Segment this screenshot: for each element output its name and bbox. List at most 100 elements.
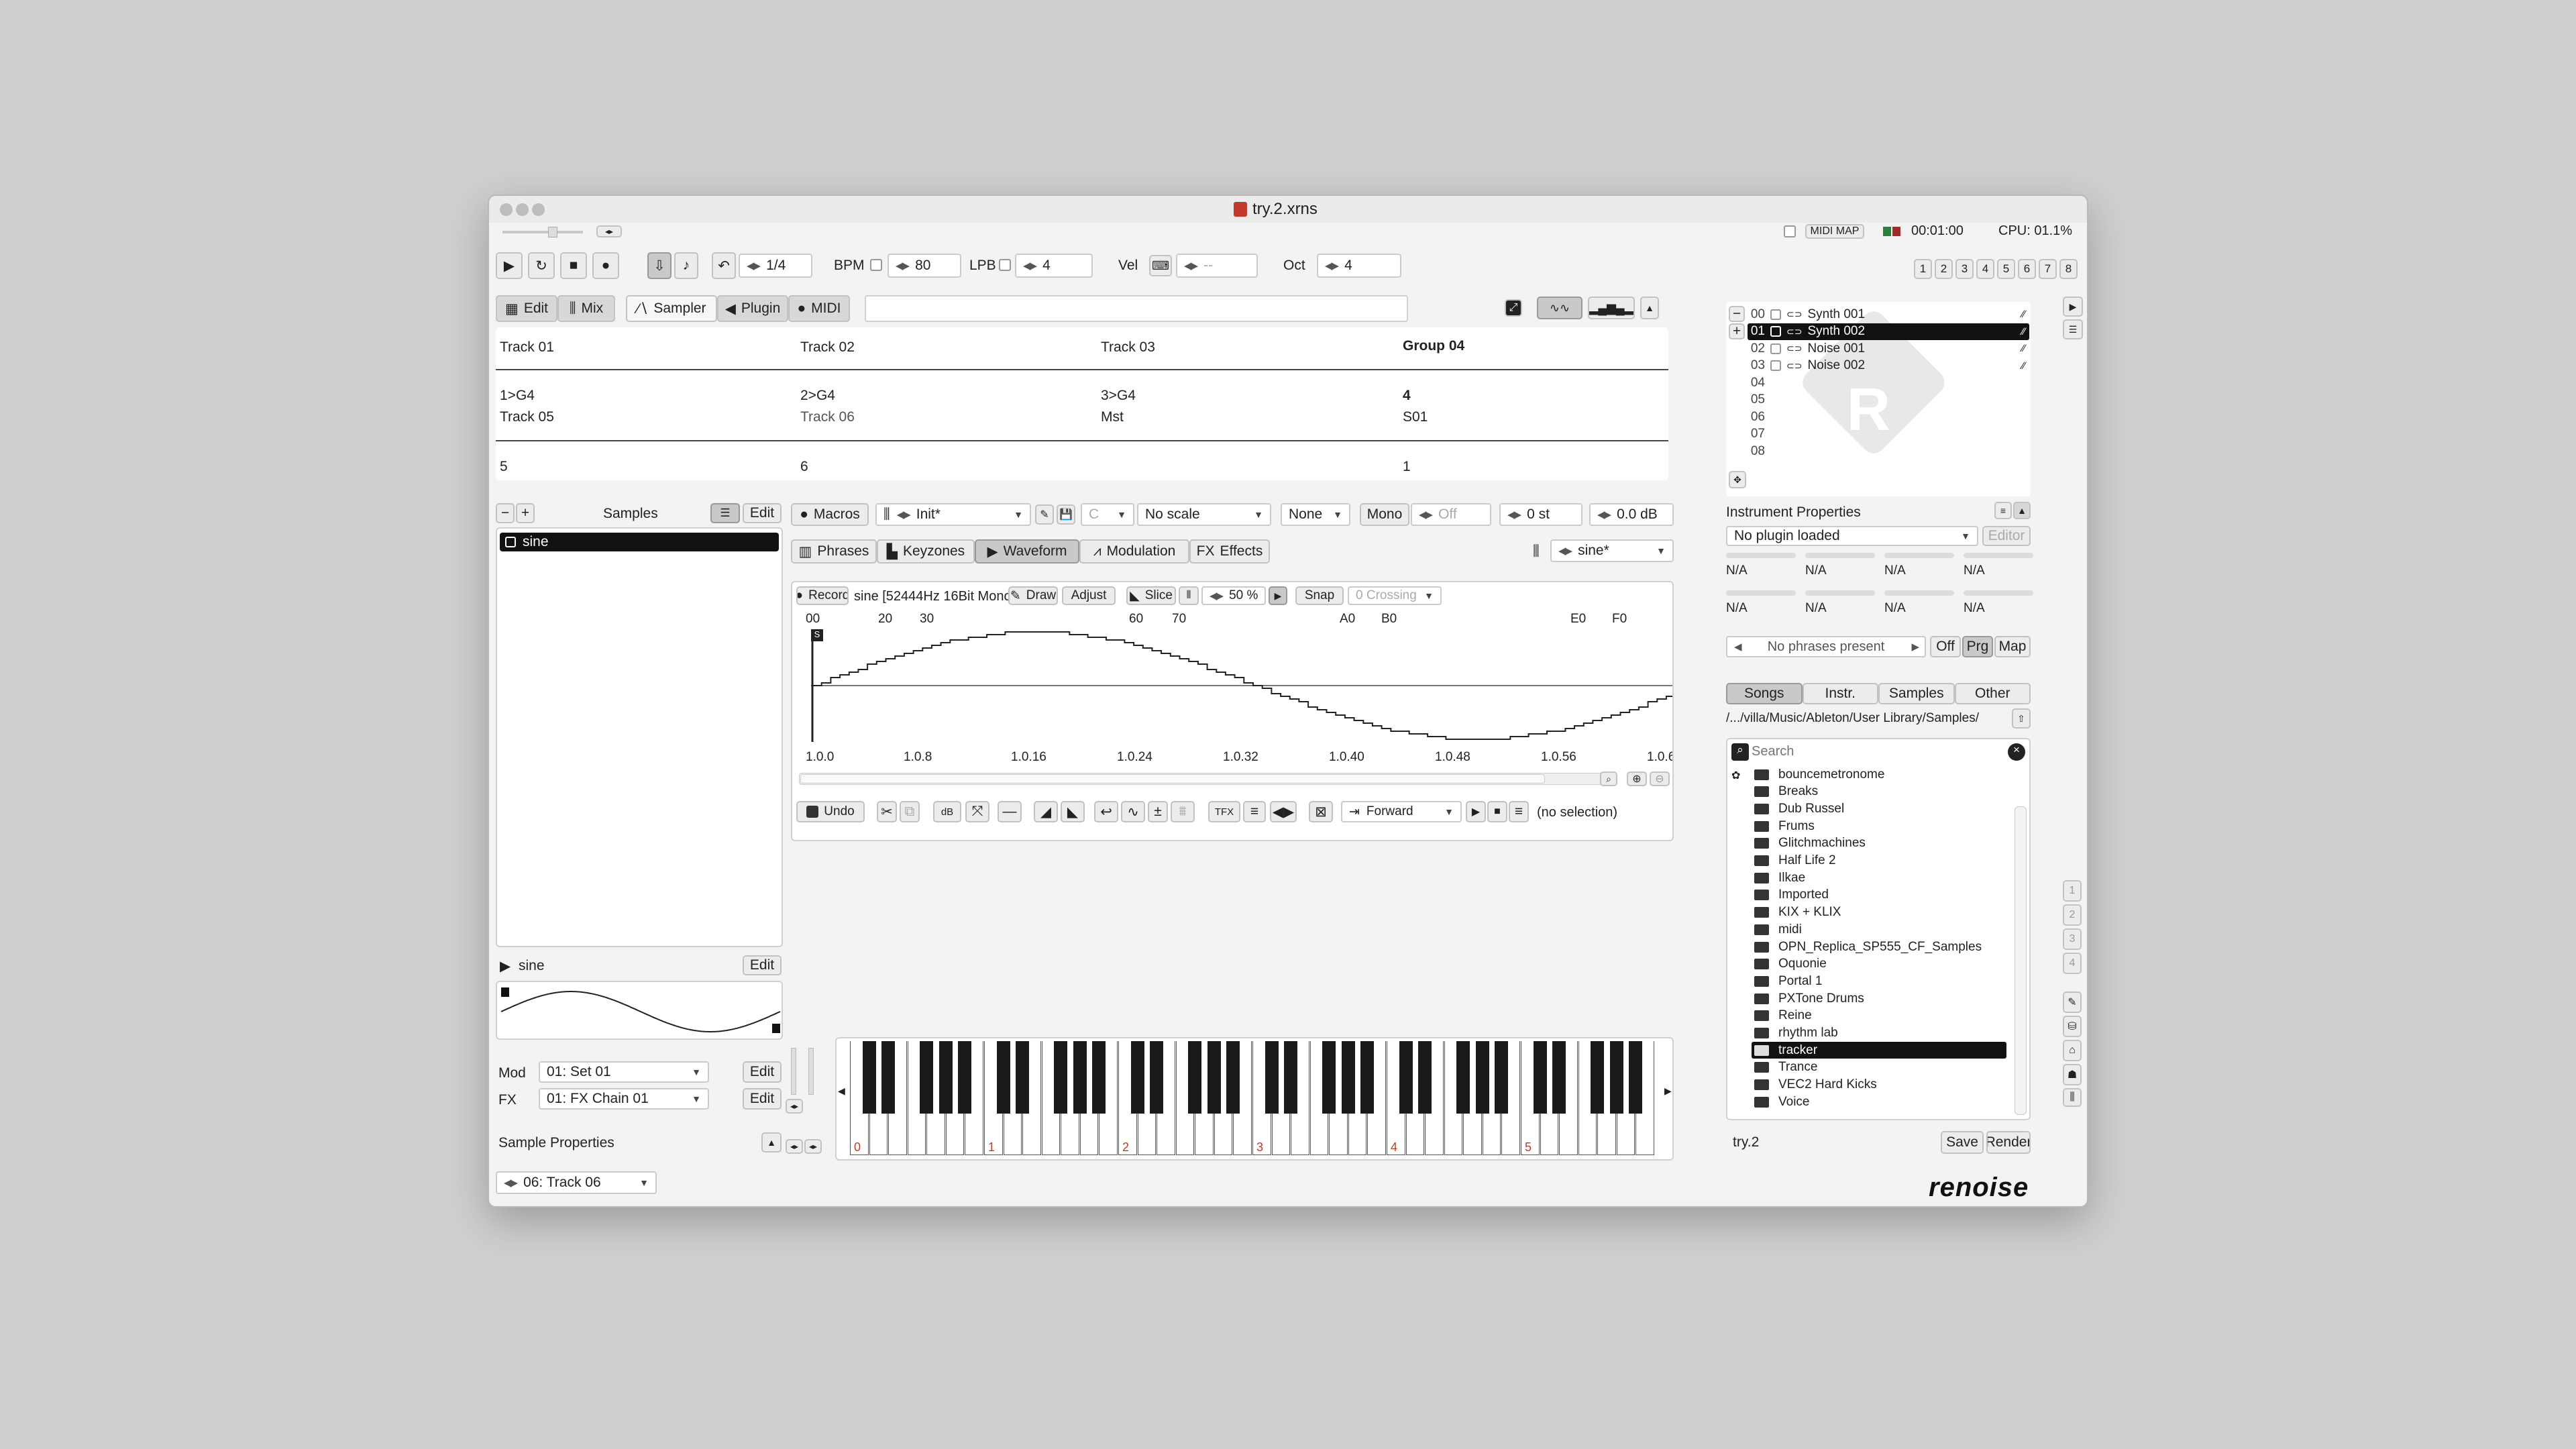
black-key[interactable] (1226, 1041, 1240, 1114)
keyboard-octave-up[interactable]: ◂▸ (786, 1139, 803, 1154)
zoom-window-button[interactable] (532, 203, 545, 216)
search-input[interactable] (1752, 742, 2001, 761)
track-header[interactable]: Track 05 (500, 409, 554, 425)
black-key[interactable] (1073, 1041, 1087, 1114)
black-key[interactable] (1456, 1041, 1470, 1114)
folder-item[interactable]: Oquonie (1752, 956, 2006, 973)
mod-set-select[interactable]: 01: Set 01 (539, 1061, 709, 1083)
black-key[interactable] (1150, 1041, 1164, 1114)
quick-track-5[interactable]: 5 (1997, 259, 2015, 279)
pattern-cell[interactable]: 4 (1403, 388, 1411, 404)
pattern-cell[interactable]: 3>G4 (1101, 388, 1136, 404)
lpb-checkbox[interactable] (999, 259, 1011, 271)
black-key[interactable] (920, 1041, 934, 1114)
black-key[interactable] (1609, 1041, 1623, 1114)
tab-other[interactable]: Other (1954, 683, 2031, 704)
mod-wheel-slider[interactable] (808, 1048, 814, 1095)
phrase-map-button[interactable]: Map (1994, 636, 2031, 657)
mono-button[interactable]: Mono (1360, 503, 1409, 526)
collapse-up-icon[interactable]: ▲ (1640, 297, 1659, 319)
pattern-cell[interactable]: 5 (500, 459, 508, 475)
param-slider[interactable] (1884, 590, 1954, 596)
fx-chain-select[interactable]: 01: FX Chain 01 (539, 1088, 709, 1110)
key-select[interactable]: C (1081, 503, 1134, 526)
quick-track-3[interactable]: 3 (1955, 259, 1974, 279)
add-instrument-button[interactable]: + (1729, 323, 1745, 339)
save-preset-icon[interactable]: 💾 (1057, 504, 1075, 525)
clear-search-icon[interactable]: × (2008, 743, 2025, 761)
instrument-checkbox[interactable] (1770, 309, 1781, 320)
snap-mode-select[interactable]: 0 Crossing (1348, 586, 1442, 605)
add-sample-button[interactable]: + (516, 503, 535, 523)
master-volume-slider[interactable] (502, 231, 583, 233)
black-key[interactable] (1207, 1041, 1221, 1114)
bpm-checkbox[interactable] (870, 259, 882, 271)
folder-item[interactable]: midi (1752, 921, 2006, 938)
follow-button[interactable]: ⇩ (647, 252, 672, 279)
black-key[interactable] (938, 1041, 953, 1114)
folder-item[interactable]: VEC2 Hard Kicks (1752, 1077, 2006, 1093)
tab-instr[interactable]: Instr. (1802, 683, 1878, 704)
tab-samples[interactable]: Samples (1878, 683, 1955, 704)
slider-handle[interactable] (548, 227, 557, 237)
black-key[interactable] (1360, 1041, 1375, 1114)
remove-instrument-button[interactable]: − (1729, 306, 1745, 322)
copy-icon[interactable]: ⧉ (900, 801, 920, 822)
instrument-row[interactable]: 06 (1748, 409, 2029, 425)
track-header[interactable]: Track 03 (1101, 339, 1155, 356)
black-key[interactable] (958, 1041, 972, 1114)
sample-list-mode-button[interactable]: ☰ (710, 503, 740, 523)
plugin-editor-button[interactable]: Editor (1982, 526, 2031, 546)
stop-button[interactable]: ■ (560, 252, 587, 279)
param-slider[interactable] (1805, 590, 1875, 596)
black-key[interactable] (1322, 1041, 1336, 1114)
glide-field[interactable]: ◀▶ Off (1411, 503, 1491, 526)
properties-collapse-icon[interactable]: ▲ (2013, 502, 2031, 519)
black-key[interactable] (1552, 1041, 1566, 1114)
tab-phrases[interactable]: ▥ Phrases (791, 539, 877, 564)
stop-sample-icon[interactable]: ■ (1487, 801, 1507, 822)
capture-instrument-icon[interactable]: ✥ (1729, 471, 1746, 488)
play-icon[interactable]: ▶ (500, 958, 511, 975)
black-key[interactable] (1591, 1041, 1605, 1114)
track-header[interactable]: Track 02 (800, 339, 855, 356)
quick-track-8[interactable]: 8 (2059, 259, 2078, 279)
folder-item[interactable]: Voice (1752, 1093, 2006, 1110)
plugin-select[interactable]: No plugin loaded (1726, 526, 1978, 546)
phrase-prg-button[interactable]: Prg (1962, 636, 1993, 657)
list-item[interactable]: sine (500, 533, 779, 551)
silence-icon[interactable]: — (998, 801, 1022, 822)
pattern-cell[interactable]: 1 (1403, 459, 1411, 475)
tab-mix[interactable]: ⫼ Mix (557, 295, 615, 322)
phrase-off-button[interactable]: Off (1930, 636, 1961, 657)
expand-icon[interactable]: ⤢ (1505, 299, 1522, 317)
loop-play-button[interactable]: ↻ (528, 252, 555, 279)
pencil-tool-icon[interactable]: ✎ (2063, 991, 2082, 1013)
folder-item[interactable]: Imported (1752, 887, 2006, 904)
quick-track-1[interactable]: 1 (1914, 259, 1932, 279)
snap-button[interactable]: Snap (1295, 586, 1344, 605)
folder-item[interactable]: rhythm lab (1752, 1025, 2006, 1042)
mixer-slot-2[interactable]: 2 (2063, 904, 2082, 926)
black-key[interactable] (1265, 1041, 1279, 1114)
midi-map-button[interactable]: MIDI MAP (1805, 224, 1864, 239)
param-slider[interactable] (1805, 553, 1875, 558)
spectrum-view-button[interactable]: ▂▄▆▄▂ (1588, 297, 1635, 319)
velocity-keyboard-icon[interactable]: ⌨ (1149, 255, 1172, 276)
folder-item[interactable]: Portal 1 (1752, 973, 2006, 989)
invert-icon[interactable]: ∿ (1121, 801, 1145, 822)
velocity-field[interactable]: ◀▶ -- (1176, 254, 1258, 278)
edit-preset-icon[interactable]: ✎ (1035, 504, 1054, 525)
mixer-slot-4[interactable]: 4 (2063, 953, 2082, 974)
slices-list-icon[interactable]: ≡ (1243, 801, 1266, 822)
black-key[interactable] (1341, 1041, 1355, 1114)
library-icon[interactable]: ⫼ (2063, 1088, 2082, 1107)
folder-item[interactable]: Trance (1752, 1059, 2006, 1076)
selection-menu-icon[interactable]: ≡ (1509, 801, 1529, 822)
folder-item[interactable]: Reine (1752, 1008, 2006, 1024)
track-header[interactable]: Mst (1101, 409, 1124, 425)
instrument-row[interactable]: 00 ⊂⊃ Synth 001 ∕∕ (1748, 306, 2029, 323)
folder-item[interactable]: Ilkae (1752, 869, 2006, 886)
dc-offset-icon[interactable]: ± (1148, 801, 1168, 822)
bpm-field[interactable]: ◀▶ 80 (888, 254, 961, 278)
